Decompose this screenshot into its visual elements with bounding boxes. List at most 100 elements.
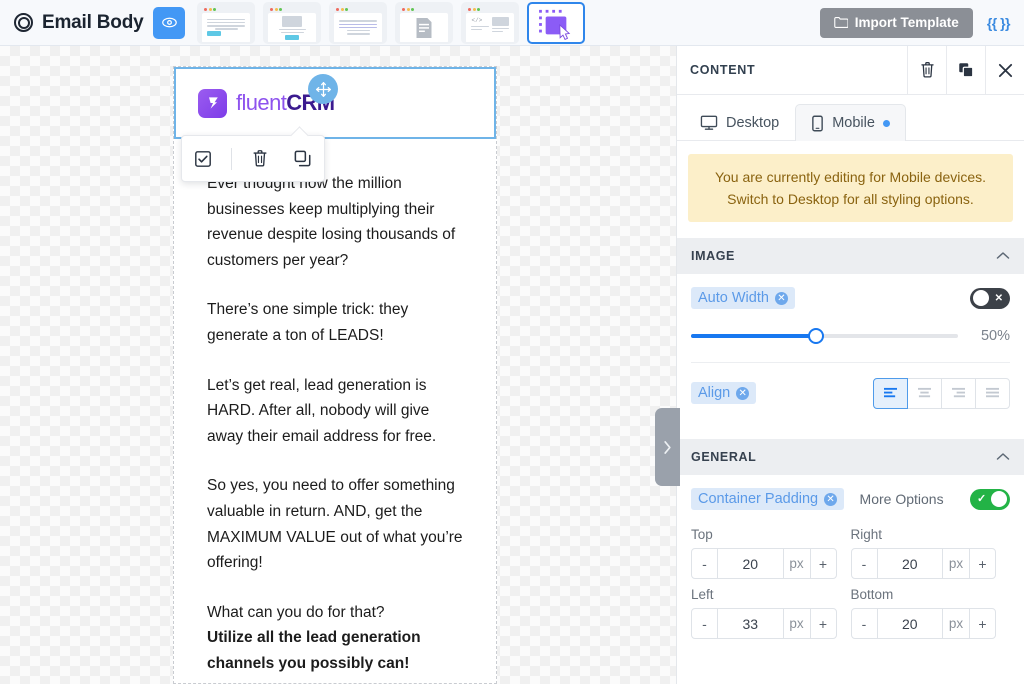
trash-icon [253,150,267,167]
reset-circle-icon[interactable]: ✕ [774,291,788,305]
preview-button[interactable] [153,6,186,39]
copy-icon [294,150,311,167]
padding-bottom-input[interactable]: 20 [876,608,943,639]
thumb-preview [202,12,251,42]
page-title: Email Body [42,11,144,33]
email-body-text[interactable]: Ever thought how the million businesses … [174,139,496,684]
padding-left-input[interactable]: 33 [717,608,784,639]
auto-width-row: Auto Width ✕ ✕ [691,274,1010,322]
email-builder-app: Email Body </> Import Template {{}} flu… [0,0,1024,684]
padding-right-increment[interactable]: + [969,548,996,579]
padding-left-increment[interactable]: + [809,608,837,639]
block-move-handle[interactable] [308,74,338,104]
more-options-toggle[interactable]: ✓ [969,488,1010,510]
toggle-mark: ✕ [994,292,1003,304]
padding-top-increment[interactable]: + [809,548,837,579]
section-title-image: IMAGE [691,249,735,263]
desktop-icon [700,115,718,130]
settings-panel: CONTENT Desktop Mobile You are currently… [676,46,1024,684]
template-thumb-highlight[interactable] [329,1,388,44]
thumb-image-icon [282,15,303,27]
padding-top-input[interactable]: 20 [717,548,784,579]
padding-bottom-increment[interactable]: + [969,608,996,639]
email-paragraph-bold: Utilize all the lead generation channels… [207,629,421,672]
toggle-knob [991,491,1008,507]
padding-right-decrement[interactable]: - [850,548,878,579]
select-block-button[interactable] [188,144,218,174]
template-thumb-image[interactable] [263,1,322,44]
delete-content-button[interactable] [907,46,946,95]
template-thumb-document[interactable] [395,1,454,44]
align-center-button[interactable] [907,377,942,409]
padding-bottom-label: Bottom [850,587,894,602]
thumb-window-dots [400,7,448,13]
padding-left-unit: px [782,608,811,639]
padding-right-unit: px [942,548,970,579]
more-options-label: More Options [859,491,944,507]
padding-right-stepper: - 20 px + [850,548,996,579]
section-title-general: GENERAL [691,450,757,464]
email-paragraph: What can you do for that? Utilize all th… [207,603,421,672]
padding-right-input[interactable]: 20 [876,548,943,579]
auto-width-label: Auto Width ✕ [691,287,795,309]
document-icon [416,17,432,38]
toolbar-divider [231,147,233,170]
auto-width-toggle[interactable]: ✕ [970,287,1010,309]
reset-circle-icon[interactable]: ✕ [736,386,750,400]
align-left-button[interactable] [873,377,908,409]
tab-desktop[interactable]: Desktop [684,104,795,141]
merge-tag-button[interactable]: {{ }} [987,15,1011,31]
container-padding-row: Container Padding ✕ More Options ✓ [691,475,1010,523]
section-header-image[interactable]: IMAGE [677,238,1024,274]
padding-left-stepper: - 33 px + [691,608,837,639]
padding-right-label: Right [850,527,883,542]
code-block-icon: </> [471,17,489,31]
section-header-general[interactable]: GENERAL [677,439,1024,475]
move-arrows-icon [315,81,331,97]
thumb-window-dots [202,7,250,13]
align-left-icon [884,387,897,397]
padding-bottom-unit: px [942,608,970,639]
chevron-up-icon [996,249,1010,263]
align-justify-button[interactable] [975,377,1010,409]
padding-top-label: Top [691,527,713,542]
tab-mobile[interactable]: Mobile [795,104,906,141]
slider-handle[interactable] [808,328,825,344]
close-panel-button[interactable] [985,46,1024,95]
tab-mobile-label: Mobile [832,115,875,131]
panel-collapse-handle[interactable] [655,408,680,486]
chevron-right-icon [664,440,671,454]
email-paragraph: There’s one simple trick: they generate … [207,301,409,344]
email-canvas[interactable]: fluentCRM Ever thought how the million b… [0,46,676,684]
toggle-mark: ✓ [976,492,987,505]
template-thumb-text[interactable] [197,1,256,44]
import-template-button[interactable]: Import Template [819,7,973,38]
panel-title: CONTENT [690,63,756,77]
fluentcrm-logo-icon [198,88,227,118]
import-template-label: Import Template [854,15,959,30]
padding-top-unit: px [782,548,811,579]
toggle-knob [972,290,989,306]
mobile-editing-warning: You are currently editing for Mobile dev… [688,154,1013,222]
tab-mobile-indicator-dot [882,119,890,127]
duplicate-content-button[interactable] [946,46,985,95]
image-width-slider[interactable] [691,328,958,344]
visual-builder-icon [539,9,571,40]
template-thumb-code[interactable]: </> [461,1,520,44]
padding-field-left: Left - 33 px + [691,587,851,639]
folder-icon [834,16,848,29]
delete-block-button[interactable] [245,144,275,174]
align-row: Align ✕ [691,363,1010,423]
thumb-window-dots [268,7,316,13]
page-title-group: Email Body [14,11,144,34]
align-right-button[interactable] [941,377,976,409]
duplicate-block-button[interactable] [288,144,318,174]
padding-bottom-decrement[interactable]: - [850,608,878,639]
template-thumb-visual-builder[interactable] [527,1,586,44]
slider-fill [691,334,817,338]
padding-left-decrement[interactable]: - [691,608,718,639]
logo-block[interactable]: fluentCRM [174,67,496,139]
padding-top-decrement[interactable]: - [691,548,718,579]
top-toolbar: Email Body </> Import Template {{}} [0,0,1024,46]
reset-circle-icon[interactable]: ✕ [824,492,838,506]
